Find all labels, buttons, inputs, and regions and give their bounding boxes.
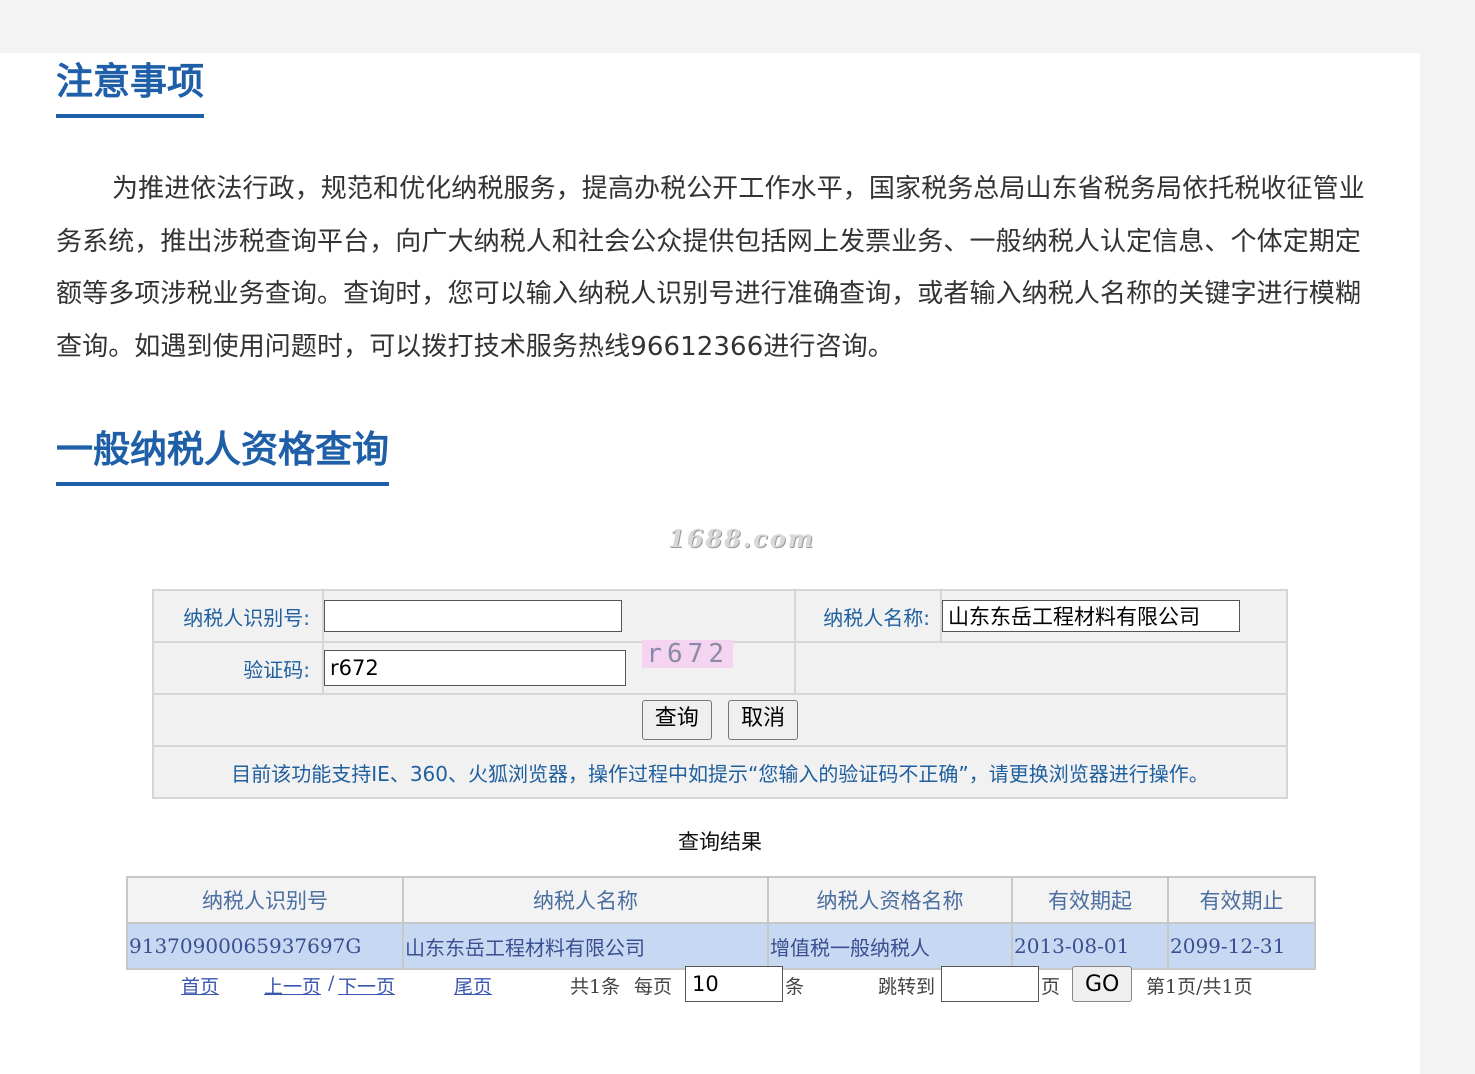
- button-row: 查询 取消: [152, 693, 1288, 747]
- notice-title: 注意事项: [56, 60, 204, 118]
- next-page-link[interactable]: 下一页: [338, 972, 395, 999]
- page-unit: 页: [1041, 976, 1061, 998]
- watermark: 1688.com: [668, 524, 816, 553]
- per-page-unit: 条: [785, 976, 805, 998]
- column-header: 纳税人识别号: [126, 876, 404, 924]
- table-cell: 2099-12-31: [1167, 922, 1316, 970]
- result-table: 纳税人识别号 纳税人名称 纳税人资格名称 有效期起 有效期止 913709000…: [126, 876, 1316, 970]
- browser-tip: 目前该功能支持IE、360、火狐浏览器，操作过程中如提示“您输入的验证码不正确”…: [152, 745, 1288, 799]
- captcha-input[interactable]: [324, 650, 626, 686]
- query-form: 纳税人识别号: 纳税人名称: 验证码: r672 查询 取消 目前该功能支持IE…: [152, 589, 1288, 799]
- notice-body: 为推进依法行政，规范和优化纳税服务，提高办税公开工作水平，国家税务总局山东省税务…: [56, 174, 1365, 362]
- page-status: 第1页/共1页: [1146, 976, 1253, 998]
- taxpayer-name-input[interactable]: [942, 600, 1240, 632]
- empty-cell: [794, 641, 1288, 695]
- captcha-image[interactable]: r672: [642, 640, 733, 668]
- column-header: 有效期止: [1167, 876, 1316, 924]
- table-cell: 91370900065937697G: [126, 922, 404, 970]
- per-page-label: 每页: [634, 976, 673, 998]
- result-header-row: 纳税人识别号 纳税人名称 纳税人资格名称 有效期起 有效期止: [126, 876, 1316, 924]
- jump-label: 跳转到: [878, 976, 936, 998]
- query-button[interactable]: 查询: [641, 700, 712, 740]
- taxpayer-name-cell: [940, 589, 1288, 643]
- total-count: 共1条: [570, 976, 621, 998]
- per-page-input[interactable]: [685, 966, 783, 1002]
- go-button[interactable]: GO: [1072, 966, 1133, 1002]
- pagination: 首页 上一页 / 下一页 尾页 共1条 每页 条 跳转到 页 GO 第1页/共1…: [0, 966, 1420, 1002]
- captcha-label: 验证码:: [152, 641, 324, 695]
- taxpayer-name-label: 纳税人名称:: [794, 589, 942, 643]
- taxpayer-id-cell: [322, 589, 796, 643]
- prev-page-link[interactable]: 上一页: [264, 972, 321, 999]
- first-page-link[interactable]: 首页: [181, 972, 219, 999]
- cancel-button[interactable]: 取消: [728, 700, 799, 740]
- table-cell: 山东东岳工程材料有限公司: [402, 922, 769, 970]
- captcha-cell: r672: [322, 640, 796, 695]
- taxpayer-id-input[interactable]: [324, 600, 622, 632]
- table-row[interactable]: 91370900065937697G 山东东岳工程材料有限公司 增值税一般纳税人…: [126, 922, 1316, 970]
- jump-page-input[interactable]: [941, 966, 1039, 1002]
- result-caption: 查询结果: [678, 830, 762, 854]
- column-header: 纳税人名称: [402, 876, 769, 924]
- taxpayer-id-label: 纳税人识别号:: [152, 589, 324, 643]
- column-header: 纳税人资格名称: [767, 876, 1013, 924]
- table-cell: 2013-08-01: [1011, 922, 1169, 970]
- column-header: 有效期起: [1011, 876, 1169, 924]
- pager-separator: /: [328, 972, 335, 994]
- query-title: 一般纳税人资格查询: [56, 428, 389, 486]
- last-page-link[interactable]: 尾页: [454, 972, 492, 999]
- table-cell: 增值税一般纳税人: [767, 922, 1013, 970]
